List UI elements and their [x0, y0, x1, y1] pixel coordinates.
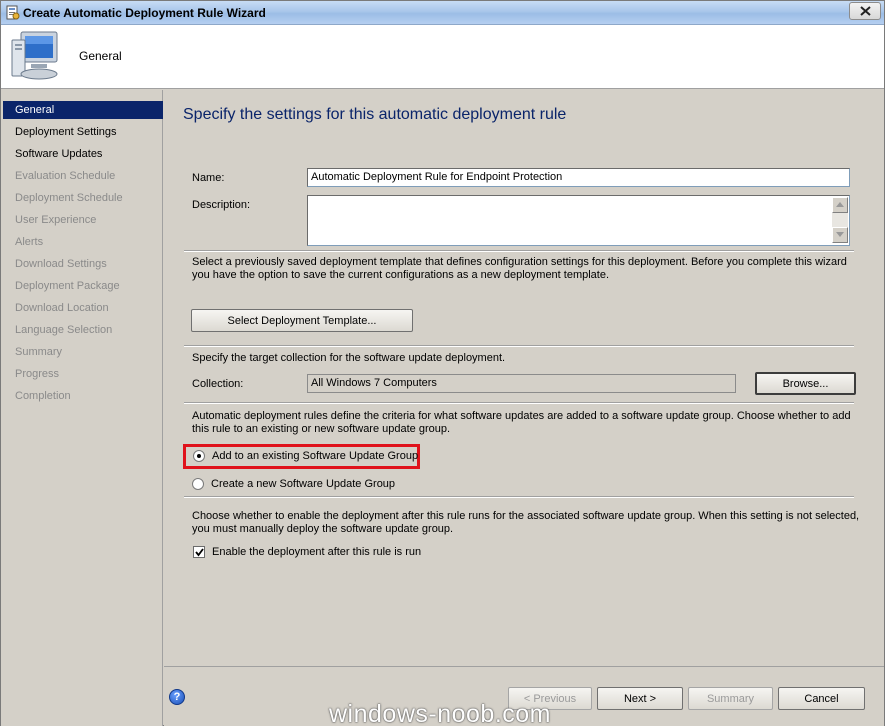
scroll-down-button[interactable]	[832, 227, 848, 243]
collection-description: Specify the target collection for the so…	[192, 352, 506, 364]
step-deployment-package: Deployment Package	[15, 280, 120, 292]
radio-existing-label: Add to an existing Software Update Group	[212, 450, 419, 462]
description-input[interactable]	[307, 195, 850, 246]
wizard-steps-sidebar: General Deployment Settings Software Upd…	[1, 90, 163, 726]
close-icon	[860, 6, 871, 16]
arrow-up-icon	[836, 202, 844, 207]
radio-new-label: Create a new Software Update Group	[211, 478, 396, 490]
divider	[184, 496, 854, 498]
cancel-button[interactable]: Cancel	[778, 687, 865, 710]
next-button[interactable]: Next >	[597, 687, 683, 710]
template-description: Select a previously saved deployment tem…	[192, 256, 847, 281]
help-icon[interactable]: ?	[169, 689, 185, 705]
step-user-experience: User Experience	[15, 214, 97, 226]
step-deployment-schedule: Deployment Schedule	[15, 192, 123, 204]
watermark: windows-noob.com	[329, 700, 551, 726]
step-language-selection: Language Selection	[15, 324, 113, 336]
page-title: Specify the settings for this automatic …	[183, 106, 567, 123]
wizard-app-icon	[6, 5, 20, 20]
divider	[184, 250, 854, 252]
step-download-location: Download Location	[15, 302, 109, 314]
divider	[184, 402, 854, 404]
step-deployment-settings[interactable]: Deployment Settings	[3, 123, 163, 141]
description-label: Description:	[192, 199, 251, 211]
enable-deployment-checkbox[interactable]	[193, 546, 205, 558]
scroll-up-button[interactable]	[832, 197, 848, 213]
radio-existing-button[interactable]	[193, 450, 205, 462]
enable-description: Choose whether to enable the deployment …	[192, 510, 860, 535]
wizard-footer: ? < Previous Next > Summary Cancel windo…	[164, 666, 884, 726]
computer-icon	[11, 31, 58, 80]
step-general[interactable]: General	[3, 101, 163, 119]
title-bar[interactable]: Create Automatic Deployment Rule Wizard	[1, 1, 884, 25]
step-summary: Summary	[15, 346, 63, 358]
main-panel: Specify the settings for this automatic …	[164, 90, 884, 666]
step-software-updates[interactable]: Software Updates	[3, 145, 163, 163]
description-scrollbar[interactable]	[832, 197, 848, 243]
step-progress: Progress	[15, 368, 60, 380]
wizard-header: General	[1, 25, 884, 89]
browse-button[interactable]: Browse...	[755, 372, 856, 395]
wizard-window: Create Automatic Deployment Rule Wizard …	[0, 0, 885, 726]
step-download-settings: Download Settings	[15, 258, 107, 270]
summary-button[interactable]: Summary	[688, 687, 773, 710]
step-completion: Completion	[15, 390, 71, 402]
step-evaluation-schedule: Evaluation Schedule	[15, 170, 116, 182]
window-title: Create Automatic Deployment Rule Wizard	[23, 6, 266, 20]
radio-new-button[interactable]	[192, 478, 204, 490]
divider	[184, 345, 854, 347]
name-input[interactable]: Automatic Deployment Rule for Endpoint P…	[307, 168, 850, 187]
close-button[interactable]	[849, 2, 881, 20]
group-description: Automatic deployment rules define the cr…	[192, 410, 851, 435]
collection-label: Collection:	[192, 378, 244, 390]
select-deployment-template-button[interactable]: Select Deployment Template...	[191, 309, 413, 332]
arrow-down-icon	[836, 232, 844, 237]
checkmark-icon	[195, 548, 204, 557]
enable-deployment-label: Enable the deployment after this rule is…	[212, 546, 422, 558]
collection-field[interactable]: All Windows 7 Computers	[307, 374, 736, 393]
header-title: General	[79, 49, 122, 63]
name-label: Name:	[192, 172, 225, 184]
step-alerts: Alerts	[15, 236, 44, 248]
